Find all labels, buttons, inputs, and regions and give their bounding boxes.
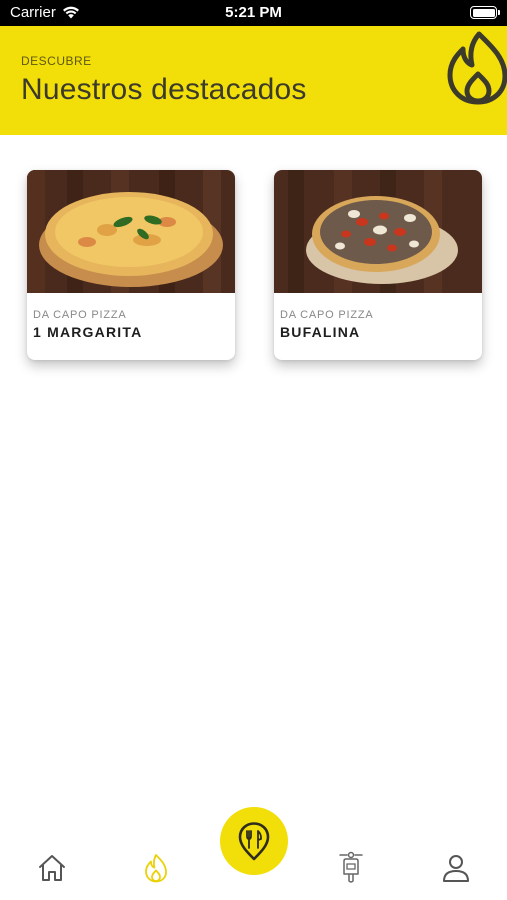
status-bar: Carrier 5:21 PM	[0, 0, 507, 26]
card-title: BUFALINA	[280, 324, 361, 340]
featured-card[interactable]: DA CAPO PIZZA BUFALINA	[274, 170, 482, 360]
tab-delivery[interactable]	[331, 848, 371, 888]
card-title: 1 MARGARITA	[33, 324, 143, 340]
flame-icon	[447, 31, 507, 105]
header-kicker: DESCUBRE	[21, 54, 92, 68]
featured-header: DESCUBRE Nuestros destacados	[0, 26, 507, 135]
pizza-photo	[274, 170, 482, 293]
card-restaurant: DA CAPO PIZZA	[33, 309, 127, 321]
featured-card[interactable]: DA CAPO PIZZA 1 MARGARITA	[27, 170, 235, 360]
card-restaurant: DA CAPO PIZZA	[280, 309, 374, 321]
restaurant-pin-icon	[238, 822, 270, 861]
page-title: Nuestros destacados	[21, 73, 307, 106]
flame-icon	[145, 854, 167, 883]
tab-profile[interactable]	[436, 848, 476, 888]
delivery-scooter-icon	[339, 851, 363, 883]
status-time: 5:21 PM	[225, 4, 282, 21]
restaurants-button[interactable]	[220, 807, 288, 875]
tab-home[interactable]	[32, 848, 72, 888]
home-icon	[39, 855, 65, 881]
tab-featured[interactable]	[136, 848, 176, 888]
battery-icon	[470, 6, 500, 19]
pizza-photo	[27, 170, 235, 293]
profile-icon	[443, 855, 469, 882]
